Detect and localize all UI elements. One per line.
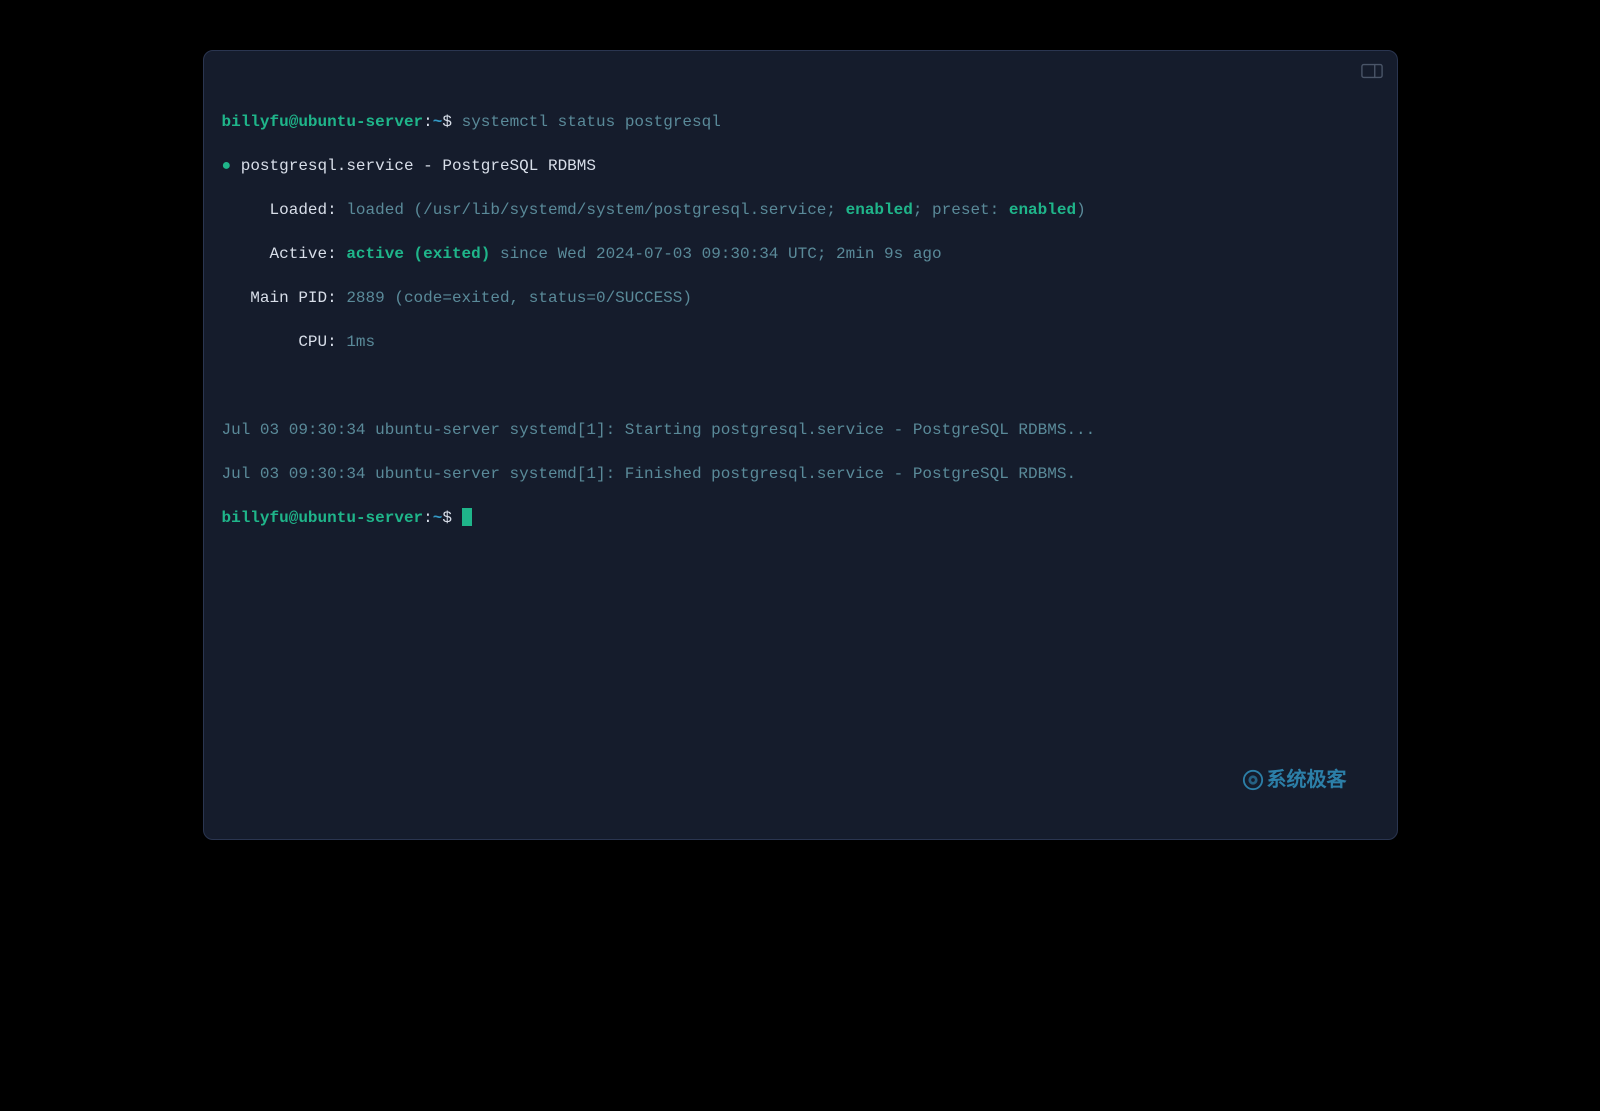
prompt-symbol: $ xyxy=(442,113,452,131)
terminal-output: billyfu@ubuntu-server:~$ systemctl statu… xyxy=(222,89,1379,573)
preset-status: enabled xyxy=(1009,201,1076,219)
loaded-label: Loaded: xyxy=(222,201,347,219)
command-text: systemctl status postgresql xyxy=(462,113,721,131)
terminal-window[interactable]: billyfu@ubuntu-server:~$ systemctl statu… xyxy=(203,50,1398,840)
cpu-label: CPU: xyxy=(222,333,347,351)
loaded-value: loaded (/usr/lib/systemd/system/postgres… xyxy=(346,201,845,219)
watermark-logo-icon xyxy=(1242,769,1264,791)
active-label: Active: xyxy=(222,245,347,263)
mainpid-value: 2889 (code=exited, status=0/SUCCESS) xyxy=(346,289,692,307)
active-value: active (exited) xyxy=(346,245,490,263)
window-split-icon[interactable] xyxy=(1361,63,1383,86)
prompt-colon: : xyxy=(423,509,433,527)
prompt-at: @ xyxy=(289,113,299,131)
loaded-mid: ; preset: xyxy=(913,201,1009,219)
log-line-2: Jul 03 09:30:34 ubuntu-server systemd[1]… xyxy=(222,463,1379,485)
prompt-path: ~ xyxy=(433,509,443,527)
prompt-host: ubuntu-server xyxy=(298,113,423,131)
enabled-status: enabled xyxy=(846,201,913,219)
cpu-value: 1ms xyxy=(346,333,375,351)
mainpid-label: Main PID: xyxy=(222,289,347,307)
active-rest: since Wed 2024-07-03 09:30:34 UTC; 2min … xyxy=(490,245,941,263)
cursor[interactable] xyxy=(462,508,472,526)
prompt-colon: : xyxy=(423,113,433,131)
service-name: postgresql.service - PostgreSQL RDBMS xyxy=(231,157,596,175)
prompt-user: billyfu xyxy=(222,509,289,527)
watermark: 系统极客 xyxy=(1242,769,1347,791)
prompt-path: ~ xyxy=(433,113,443,131)
prompt-user: billyfu xyxy=(222,113,289,131)
watermark-text: 系统极客 xyxy=(1267,769,1347,791)
status-dot-icon: ● xyxy=(222,157,232,175)
prompt-symbol: $ xyxy=(442,509,452,527)
prompt-at: @ xyxy=(289,509,299,527)
log-line-1: Jul 03 09:30:34 ubuntu-server systemd[1]… xyxy=(222,419,1379,441)
loaded-end: ) xyxy=(1076,201,1086,219)
prompt-host: ubuntu-server xyxy=(298,509,423,527)
